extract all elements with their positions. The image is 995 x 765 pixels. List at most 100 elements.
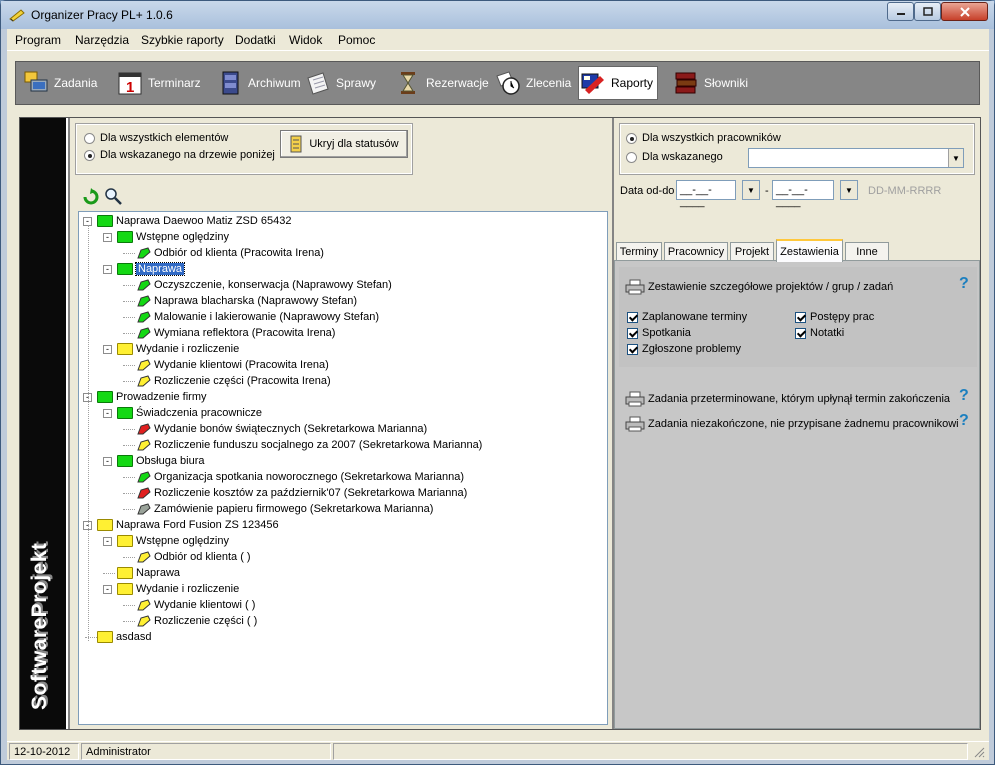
- tree-task-node[interactable]: Rozliczenie kosztów za październik'07 (S…: [137, 485, 467, 501]
- task-pencil-icon: [137, 439, 151, 451]
- tree-folder-node[interactable]: Obsługa biura: [117, 453, 205, 469]
- close-button[interactable]: [941, 2, 988, 21]
- toolbar-zadania[interactable]: Zadania: [22, 66, 97, 100]
- tree-node-label: Odbiór od klienta ( ): [154, 551, 251, 563]
- tree-task-node[interactable]: Odbiór od klienta ( ): [137, 549, 251, 565]
- menu-pomoc[interactable]: Pomoc: [338, 33, 375, 47]
- tab-pracownicy[interactable]: Pracownicy: [664, 242, 728, 261]
- tree-task-node[interactable]: Oczyszczenie, konserwacja (Naprawowy Ste…: [137, 277, 392, 293]
- radio-all-elements[interactable]: Dla wszystkich elementów: [84, 132, 228, 144]
- svg-text:1: 1: [126, 79, 134, 96]
- overdue-report-link[interactable]: Zadania przeterminowane, którym upłynął …: [625, 391, 950, 407]
- checkbox-box: [795, 327, 806, 339]
- project-tree[interactable]: Naprawa Daewoo Matiz ZSD 65432- Wstępne o…: [78, 211, 608, 725]
- tree-task-node[interactable]: Wydanie bonów świątecznych (Sekretarkowa…: [137, 421, 427, 437]
- tree-collapse-icon[interactable]: -: [103, 265, 112, 274]
- tab-panel-zestawienia: Zestawienie szczegółowe projektów / grup…: [614, 260, 980, 729]
- tree-collapse-icon[interactable]: -: [103, 457, 112, 466]
- tree-node-label: Odbiór od klienta (Pracowita Irena): [154, 247, 324, 259]
- tree-task-node[interactable]: Wymiana reflektora (Pracowita Irena): [137, 325, 335, 341]
- menu-dodatki[interactable]: Dodatki: [235, 33, 276, 47]
- check-spotkania[interactable]: Spotkania: [627, 327, 691, 339]
- checkbox-box: [627, 343, 638, 355]
- tree-collapse-icon[interactable]: -: [103, 409, 112, 418]
- title-bar[interactable]: Organizer Pracy PL+ 1.0.6: [1, 1, 994, 29]
- check-notatki[interactable]: Notatki: [795, 327, 844, 339]
- unassigned-report-link[interactable]: Zadania niezakończone, nie przypisane ża…: [625, 416, 959, 432]
- tree-folder-node[interactable]: Wstępne oględziny: [117, 229, 229, 245]
- tree-folder-node[interactable]: Wydanie i rozliczenie: [117, 581, 239, 597]
- tree-folder-node[interactable]: Wstępne oględziny: [117, 533, 229, 549]
- toolbar-raporty[interactable]: Raporty: [578, 66, 659, 100]
- date-from-picker[interactable]: ▼: [742, 180, 760, 200]
- tree-folder-node[interactable]: Świadczenia pracownicze: [117, 405, 262, 421]
- maximize-button[interactable]: [914, 2, 941, 21]
- tree-folder-node[interactable]: Prowadzenie firmy: [97, 389, 206, 405]
- tab-projekt[interactable]: Projekt: [730, 242, 774, 261]
- help-icon[interactable]: ?: [959, 387, 969, 405]
- radio-selected-tree[interactable]: Dla wskazanego na drzewie poniżej: [84, 149, 275, 161]
- tree-folder-node[interactable]: Naprawa: [117, 565, 180, 581]
- help-icon[interactable]: ?: [959, 275, 969, 293]
- tree-task-node[interactable]: Wydanie klientowi (Pracowita Irena): [137, 357, 329, 373]
- tree-task-node[interactable]: Naprawa blacharska (Naprawowy Stefan): [137, 293, 357, 309]
- toolbar-zlecenia[interactable]: Zlecenia: [494, 66, 571, 100]
- client-area: Program Narzędzia Szybkie raporty Dodatk…: [7, 29, 989, 760]
- task-pencil-icon: [137, 503, 151, 515]
- tree-folder-node[interactable]: Naprawa Ford Fusion ZS 123456: [97, 517, 279, 533]
- toolbar-sprawy[interactable]: Sprawy: [304, 66, 376, 100]
- menu-program[interactable]: Program: [15, 33, 61, 47]
- tree-collapse-icon[interactable]: -: [103, 585, 112, 594]
- toolbar-slowniki[interactable]: Słowniki: [672, 66, 748, 100]
- date-to-picker[interactable]: ▼: [840, 180, 858, 200]
- tree-task-node[interactable]: Malowanie i lakierowanie (Naprawowy Stef…: [137, 309, 379, 325]
- dropdown-arrow-icon: ▼: [743, 181, 759, 199]
- close-icon: [959, 6, 970, 17]
- date-to-input[interactable]: __-__-____: [772, 180, 834, 208]
- toolbar-label: Rezerwacje: [426, 76, 489, 90]
- employee-select[interactable]: ▼: [748, 148, 964, 168]
- tree-folder-node[interactable]: Wydanie i rozliczenie: [117, 341, 239, 357]
- help-icon[interactable]: ?: [959, 412, 969, 430]
- tree-node-label: Organizacja spotkania noworocznego (Sekr…: [154, 471, 464, 483]
- detailed-report-link[interactable]: Zestawienie szczegółowe projektów / grup…: [625, 279, 893, 295]
- tree-task-node[interactable]: Wydanie klientowi ( ): [137, 597, 255, 613]
- tree-collapse-icon[interactable]: -: [103, 233, 112, 242]
- toolbar-terminarz[interactable]: 1 Terminarz: [116, 66, 201, 100]
- tree-folder-node[interactable]: Naprawa: [117, 261, 186, 277]
- hide-status-button[interactable]: Ukryj dla statusów: [280, 130, 408, 158]
- tree-collapse-icon[interactable]: -: [103, 345, 112, 354]
- tree-folder-node[interactable]: asdasd: [97, 629, 151, 645]
- tree-connector: [123, 445, 135, 446]
- date-from-input[interactable]: __-__-____: [676, 180, 736, 208]
- tree-task-node[interactable]: Organizacja spotkania noworocznego (Sekr…: [137, 469, 464, 485]
- toolbar-archiwum[interactable]: Archiwum: [216, 66, 301, 100]
- tree-connector: [123, 621, 135, 622]
- dropdown-arrow-icon[interactable]: ▼: [948, 149, 963, 167]
- radio-dot: [84, 132, 95, 144]
- tree-collapse-icon[interactable]: -: [103, 537, 112, 546]
- tab-inne[interactable]: Inne: [845, 242, 889, 261]
- check-zgloszone-problemy[interactable]: Zgłoszone problemy: [627, 343, 741, 355]
- check-postepy-prac[interactable]: Postępy prac: [795, 311, 874, 323]
- tree-task-node[interactable]: Rozliczenie funduszu socjalnego za 2007 …: [137, 437, 482, 453]
- resize-grip-icon[interactable]: [973, 746, 985, 758]
- check-zaplanowane-terminy[interactable]: Zaplanowane terminy: [627, 311, 747, 323]
- menu-widok[interactable]: Widok: [289, 33, 322, 47]
- tree-task-node[interactable]: Rozliczenie części ( ): [137, 613, 257, 629]
- search-icon[interactable]: [104, 187, 123, 206]
- tab-terminy[interactable]: Terminy: [616, 242, 662, 261]
- tree-task-node[interactable]: Odbiór od klienta (Pracowita Irena): [137, 245, 324, 261]
- menu-narzedzia[interactable]: Narzędzia: [75, 33, 129, 47]
- minimize-button[interactable]: [887, 2, 914, 21]
- refresh-icon[interactable]: [82, 188, 100, 206]
- tab-zestawienia[interactable]: Zestawienia: [776, 239, 843, 262]
- radio-all-employees[interactable]: Dla wszystkich pracowników: [626, 132, 781, 144]
- radio-selected-employee[interactable]: Dla wskazanego: [626, 151, 723, 163]
- tree-connector: [123, 477, 135, 478]
- menu-szybkie-raporty[interactable]: Szybkie raporty: [141, 33, 224, 47]
- toolbar-rezerwacje[interactable]: Rezerwacje: [394, 66, 489, 100]
- tree-task-node[interactable]: Zamówienie papieru firmowego (Sekretarko…: [137, 501, 433, 517]
- tree-folder-node[interactable]: Naprawa Daewoo Matiz ZSD 65432: [97, 213, 291, 229]
- tree-task-node[interactable]: Rozliczenie części (Pracowita Irena): [137, 373, 331, 389]
